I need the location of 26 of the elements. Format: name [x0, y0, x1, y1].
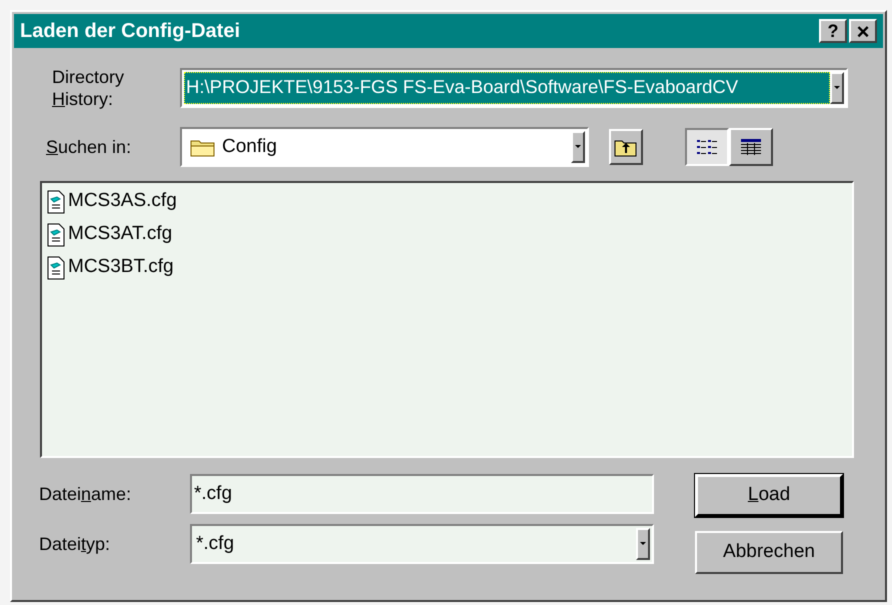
- help-button[interactable]: ?: [819, 19, 847, 43]
- directory-path: H:\PROJEKTE\9153-FGS FS-Eva-Board\Software\FS-EvaboardCV: [184, 72, 830, 104]
- dialog-button[interactable]: Load: [695, 474, 843, 517]
- list-view-icon: [696, 138, 718, 156]
- file-name[interactable]: MCS3BT.cfg: [68, 253, 174, 282]
- file-name[interactable]: MCS3AT.cfg: [68, 220, 172, 249]
- directory-history-combo[interactable]: H:\PROJEKTE\9153-FGS FS-Eva-Board\Software\FS-EvaboardCV: [180, 68, 848, 108]
- field-label: Suchen in:: [46, 136, 132, 158]
- field-label: Dateiname:: [39, 482, 132, 506]
- up-folder-button[interactable]: [609, 129, 643, 165]
- file-icon: [47, 256, 65, 280]
- details-view-icon: [740, 138, 762, 156]
- look-in-value: Config: [221, 135, 278, 159]
- close-button[interactable]: ×: [849, 19, 877, 43]
- file-icon: [47, 190, 65, 214]
- view-button[interactable]: [685, 128, 729, 166]
- look-in-combo[interactable]: Config: [180, 127, 589, 167]
- file-icon: [47, 222, 65, 246]
- field-label: Dateityp:: [39, 532, 112, 556]
- file-type-combo[interactable]: *.cfg: [190, 524, 654, 564]
- window-title: Laden der Config-Datei: [20, 19, 242, 44]
- dialog-button[interactable]: Abbrechen: [695, 531, 843, 574]
- file-name[interactable]: MCS3AS.cfg: [68, 187, 177, 216]
- field-label: Directory History:: [52, 66, 126, 110]
- file-type-value: *.cfg: [195, 532, 236, 556]
- file-name-field[interactable]: *.cfg: [190, 474, 654, 514]
